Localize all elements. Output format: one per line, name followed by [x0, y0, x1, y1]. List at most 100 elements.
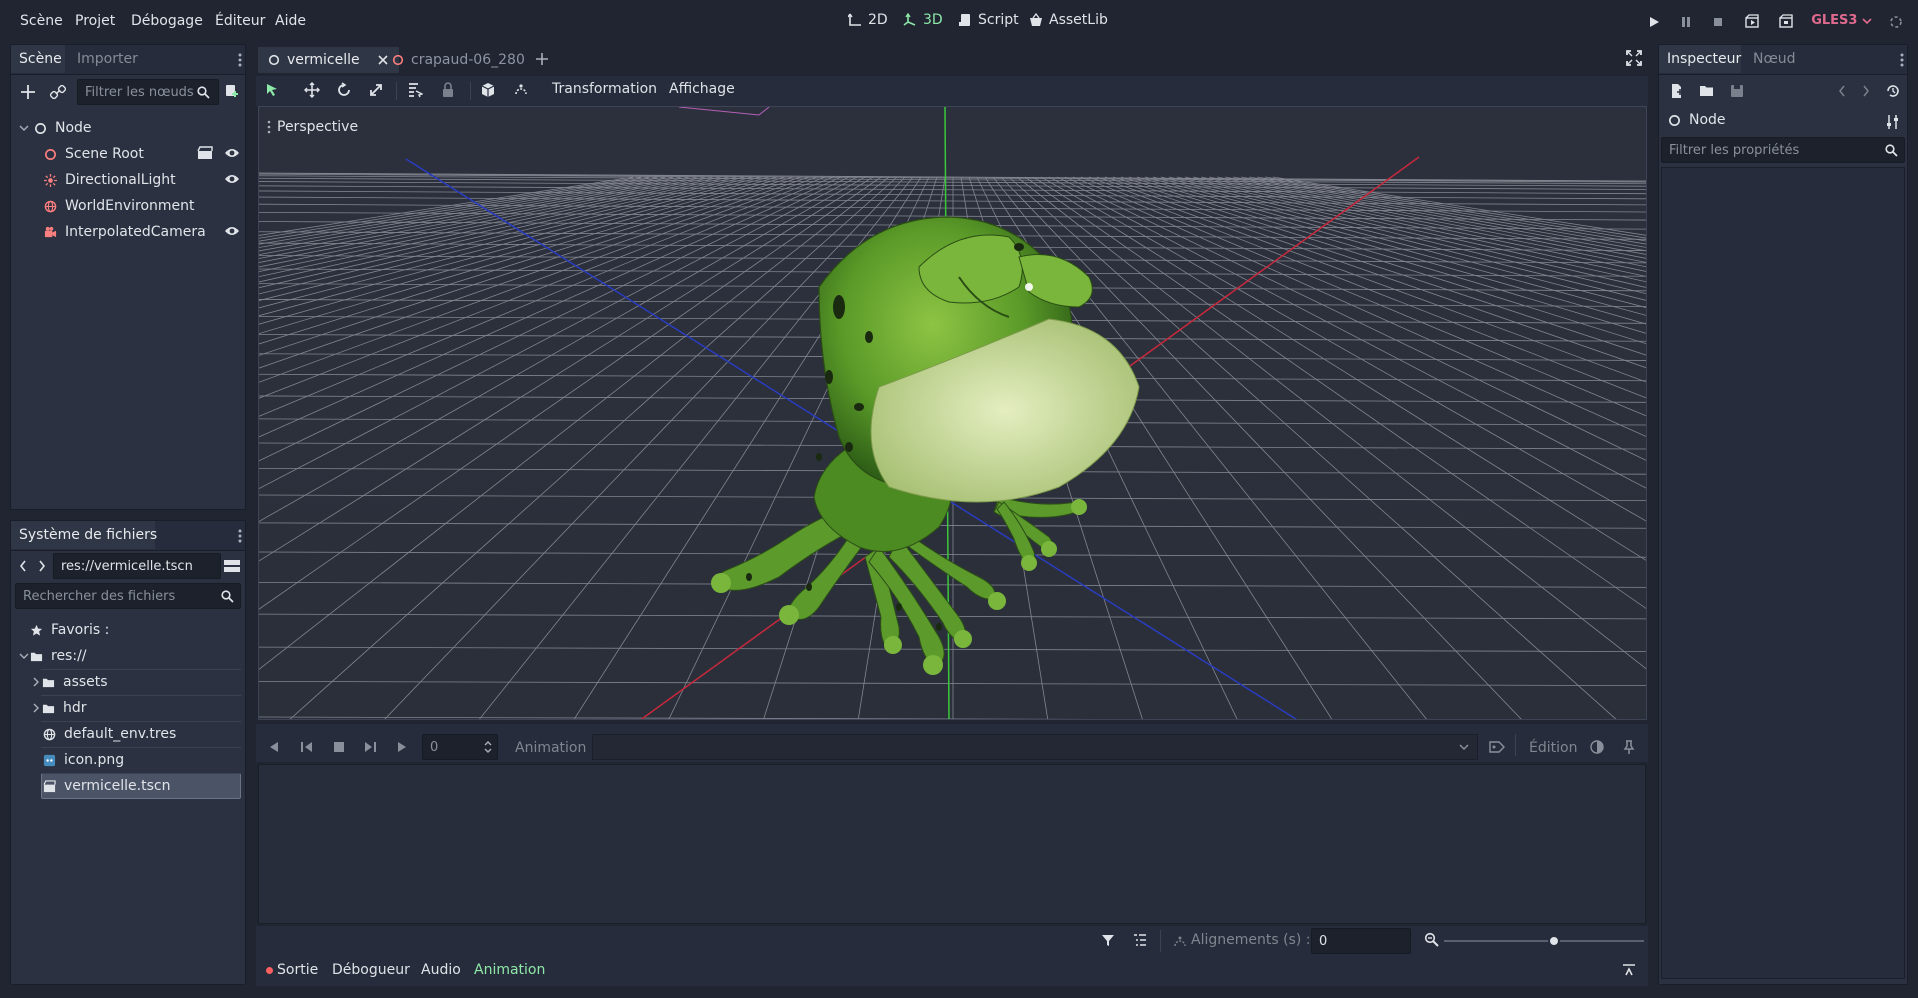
- dock-menu-icon[interactable]: [237, 528, 243, 544]
- zoom-slider-grabber[interactable]: [1548, 935, 1560, 947]
- row-separator: [41, 695, 241, 696]
- tree-node-directional-light[interactable]: DirectionalLight: [43, 167, 176, 193]
- search-icon: [1885, 144, 1898, 157]
- tab-import[interactable]: Importer: [69, 45, 146, 73]
- tree-node-root[interactable]: Node: [19, 115, 92, 141]
- onion-skin-icon[interactable]: [1590, 740, 1604, 754]
- toolbar-separator: [396, 82, 397, 100]
- pause-icon[interactable]: [1678, 14, 1694, 30]
- filter-funnel-icon[interactable]: [1101, 933, 1115, 947]
- play-from-start-icon[interactable]: [363, 741, 377, 753]
- tab-output[interactable]: Sortie: [266, 962, 318, 978]
- instance-link-icon[interactable]: [50, 84, 66, 100]
- lock-button[interactable]: [438, 80, 458, 100]
- transformation-menu[interactable]: Transformation: [552, 81, 657, 97]
- tree-node-world-environment[interactable]: WorldEnvironment: [43, 193, 195, 219]
- workspace-2d-label: 2D: [868, 12, 888, 28]
- animation-track-area[interactable]: [258, 764, 1646, 924]
- scene-tab-crapaud[interactable]: crapaud-06_280: [382, 47, 535, 73]
- script-attach-icon[interactable]: [223, 84, 239, 100]
- dock-menu-icon[interactable]: [237, 52, 243, 68]
- tree-node-interpolated-camera[interactable]: InterpolatedCamera: [43, 219, 206, 245]
- history-forward-icon[interactable]: [1861, 84, 1871, 98]
- property-tools-icon[interactable]: [1885, 114, 1901, 130]
- chevron-down-icon: [19, 125, 29, 131]
- rotate-mode-button[interactable]: [334, 80, 354, 100]
- scene-tab-vermicelle[interactable]: vermicelle: [258, 47, 399, 73]
- menu-debug[interactable]: Débogage: [131, 13, 203, 29]
- forward-arrow-icon[interactable]: [37, 559, 47, 573]
- perspective-label: Perspective: [277, 119, 359, 135]
- spin-updown-icon[interactable]: [483, 740, 493, 754]
- tab-audio[interactable]: Audio: [421, 962, 461, 978]
- filter-properties-input[interactable]: Filtrer les propriétés: [1661, 137, 1905, 163]
- visibility-eye-icon[interactable]: [224, 147, 240, 159]
- dock-menu-icon[interactable]: [1899, 52, 1905, 68]
- fullscreen-icon[interactable]: [1626, 50, 1642, 66]
- stop-icon[interactable]: [333, 741, 345, 753]
- back-arrow-icon[interactable]: [18, 559, 28, 573]
- tab-animation[interactable]: Animation: [474, 962, 545, 978]
- new-resource-icon[interactable]: [1669, 83, 1685, 99]
- workspace-2d-button[interactable]: 2D: [848, 12, 888, 28]
- expand-panel-icon[interactable]: [1622, 963, 1636, 977]
- renderer-select[interactable]: GLES3: [1811, 13, 1872, 28]
- workspace-3d-button[interactable]: 3D: [903, 12, 943, 28]
- menu-help[interactable]: Aide: [275, 13, 306, 29]
- open-scene-clapper-icon[interactable]: [197, 146, 213, 160]
- snap-button[interactable]: [511, 80, 531, 100]
- tree-list-icon[interactable]: [1133, 933, 1147, 947]
- edition-menu[interactable]: Édition: [1529, 740, 1577, 756]
- 3d-viewport[interactable]: Perspective: [258, 106, 1647, 720]
- file-row-icon-png[interactable]: icon.png: [42, 747, 124, 773]
- tab-node[interactable]: Nœud: [1745, 45, 1804, 73]
- folder-row-hdr[interactable]: hdr: [31, 695, 87, 721]
- file-row-default-env[interactable]: default_env.tres: [42, 721, 176, 747]
- add-node-icon[interactable]: [19, 83, 37, 101]
- autoplay-tag-icon[interactable]: [1489, 740, 1505, 754]
- local-space-button[interactable]: [478, 80, 498, 100]
- menu-project[interactable]: Projet: [75, 13, 115, 29]
- move-mode-button[interactable]: [302, 80, 322, 100]
- workspace-script-button[interactable]: Script: [958, 12, 1019, 28]
- search-files-input[interactable]: Rechercher des fichiers: [15, 583, 241, 609]
- animation-select[interactable]: [592, 734, 1478, 760]
- scale-mode-button[interactable]: [366, 80, 386, 100]
- folder-row-assets[interactable]: assets: [31, 669, 108, 695]
- res-root-row[interactable]: res://: [19, 643, 87, 669]
- pin-icon[interactable]: [1623, 740, 1635, 754]
- list-select-button[interactable]: [405, 80, 425, 100]
- play-icon[interactable]: [396, 741, 408, 753]
- file-row-vermicelle-tscn[interactable]: vermicelle.tscn: [42, 773, 170, 799]
- perspective-menu[interactable]: Perspective: [267, 119, 358, 135]
- tree-node-scene-root[interactable]: Scene Root: [43, 141, 144, 167]
- menu-scene[interactable]: Scène: [20, 13, 63, 29]
- favorites-row[interactable]: Favoris :: [29, 617, 109, 643]
- split-view-icon[interactable]: [223, 557, 241, 575]
- view-menu[interactable]: Affichage: [669, 81, 735, 97]
- zoom-slider-track[interactable]: [1444, 940, 1644, 942]
- play-backwards-icon[interactable]: [268, 741, 280, 753]
- tab-debugger[interactable]: Débogueur: [332, 962, 410, 978]
- inspected-node[interactable]: Node: [1667, 107, 1726, 133]
- path-input[interactable]: res://vermicelle.tscn: [53, 553, 221, 579]
- object-history-icon[interactable]: [1885, 83, 1901, 99]
- save-icon[interactable]: [1729, 83, 1745, 99]
- tab-inspector[interactable]: Inspecteur: [1659, 45, 1741, 73]
- history-back-icon[interactable]: [1837, 84, 1847, 98]
- tab-filesystem[interactable]: Système de fichiers: [11, 521, 157, 549]
- snap-value-input[interactable]: 0: [1311, 928, 1411, 954]
- tab-scene[interactable]: Scène: [11, 45, 65, 73]
- play-scene-icon[interactable]: [1744, 14, 1760, 30]
- select-mode-button[interactable]: [262, 80, 282, 100]
- play-icon[interactable]: [1646, 14, 1662, 30]
- open-folder-icon[interactable]: [1699, 83, 1715, 99]
- play-backwards-from-end-icon[interactable]: [300, 741, 314, 753]
- workspace-assetlib-button[interactable]: AssetLib: [1029, 12, 1108, 28]
- visibility-eye-icon[interactable]: [224, 225, 240, 237]
- visibility-eye-icon[interactable]: [224, 173, 240, 185]
- play-custom-scene-icon[interactable]: [1778, 14, 1794, 30]
- menu-editor[interactable]: Éditeur: [215, 13, 265, 29]
- add-tab-icon[interactable]: [534, 51, 550, 67]
- stop-icon[interactable]: [1710, 14, 1726, 30]
